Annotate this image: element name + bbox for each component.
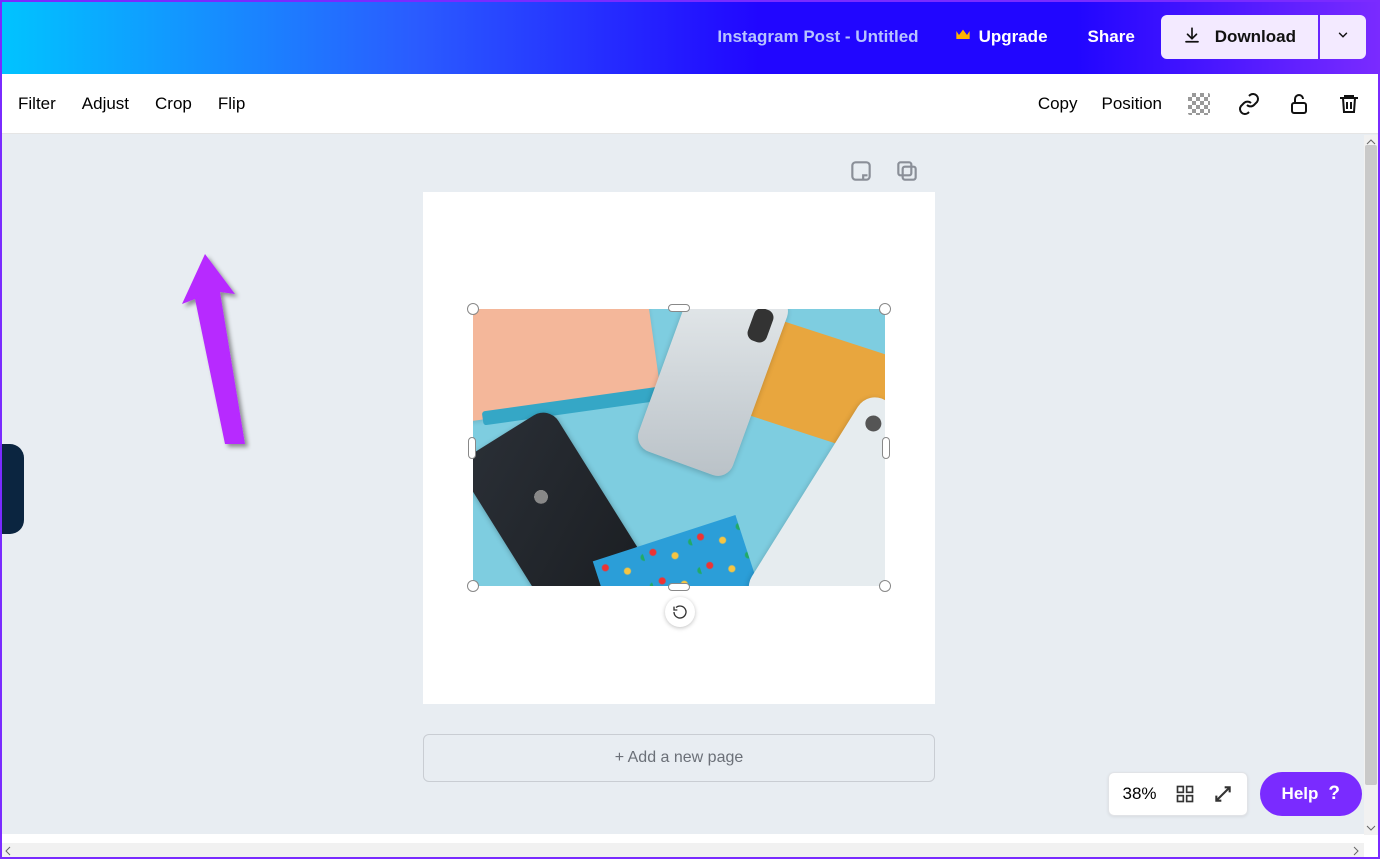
page-actions bbox=[848, 158, 920, 184]
rotate-icon bbox=[672, 604, 688, 620]
transparency-icon bbox=[1188, 93, 1210, 115]
crop-button[interactable]: Crop bbox=[155, 94, 192, 114]
download-group: Download bbox=[1161, 15, 1366, 59]
share-button[interactable]: Share bbox=[1088, 27, 1135, 47]
help-label: Help bbox=[1282, 784, 1319, 804]
crown-icon bbox=[955, 27, 971, 47]
resize-handle-br[interactable] bbox=[879, 580, 891, 592]
vertical-scrollbar[interactable] bbox=[1364, 135, 1378, 835]
resize-handle-bl[interactable] bbox=[467, 580, 479, 592]
download-icon bbox=[1183, 26, 1201, 49]
copy-icon bbox=[894, 158, 920, 184]
scroll-thumb[interactable] bbox=[1365, 145, 1377, 785]
image-content bbox=[473, 309, 885, 586]
adjust-button[interactable]: Adjust bbox=[82, 94, 129, 114]
unlock-icon bbox=[1287, 92, 1311, 116]
upgrade-button[interactable]: Upgrade bbox=[955, 27, 1048, 47]
copy-button[interactable]: Copy bbox=[1038, 94, 1078, 114]
position-button[interactable]: Position bbox=[1102, 94, 1162, 114]
transparency-button[interactable] bbox=[1186, 91, 1212, 117]
flip-button[interactable]: Flip bbox=[218, 94, 245, 114]
resize-handle-top[interactable] bbox=[668, 304, 690, 312]
zoom-value[interactable]: 38% bbox=[1123, 784, 1157, 804]
download-button[interactable]: Download bbox=[1161, 15, 1318, 59]
link-icon bbox=[1237, 92, 1261, 116]
chevron-down-icon bbox=[1336, 28, 1350, 47]
resize-handle-left[interactable] bbox=[468, 437, 476, 459]
download-label: Download bbox=[1215, 27, 1296, 47]
filter-button[interactable]: Filter bbox=[18, 94, 56, 114]
app-header: Instagram Post - Untitled Upgrade Share … bbox=[0, 0, 1380, 74]
grid-icon bbox=[1175, 784, 1195, 804]
fullscreen-button[interactable] bbox=[1213, 784, 1233, 804]
zoom-controls: 38% bbox=[1108, 772, 1248, 816]
add-page-button[interactable]: + Add a new page bbox=[423, 734, 935, 782]
link-button[interactable] bbox=[1236, 91, 1262, 117]
toolbar-right: Copy Position bbox=[1038, 91, 1362, 117]
duplicate-page-button[interactable] bbox=[894, 158, 920, 184]
download-more-button[interactable] bbox=[1320, 15, 1366, 59]
resize-handle-tr[interactable] bbox=[879, 303, 891, 315]
workspace: + Add a new page 38% Help ? bbox=[0, 134, 1380, 834]
scroll-down-icon bbox=[1366, 823, 1376, 833]
lock-button[interactable] bbox=[1286, 91, 1312, 117]
delete-button[interactable] bbox=[1336, 91, 1362, 117]
scroll-left-icon bbox=[3, 846, 13, 856]
resize-handle-right[interactable] bbox=[882, 437, 890, 459]
scroll-right-icon bbox=[1351, 846, 1361, 856]
resize-handle-bottom[interactable] bbox=[668, 583, 690, 591]
selected-image[interactable] bbox=[473, 309, 885, 586]
document-title[interactable]: Instagram Post - Untitled bbox=[717, 27, 918, 47]
add-notes-button[interactable] bbox=[848, 158, 874, 184]
rotate-handle[interactable] bbox=[665, 597, 695, 627]
question-icon: ? bbox=[1328, 783, 1340, 805]
annotation-arrow bbox=[170, 254, 260, 454]
resize-handle-tl[interactable] bbox=[467, 303, 479, 315]
upgrade-label: Upgrade bbox=[979, 27, 1048, 47]
context-toolbar: Filter Adjust Crop Flip Copy Position bbox=[0, 74, 1380, 134]
help-button[interactable]: Help ? bbox=[1260, 772, 1362, 816]
note-icon bbox=[848, 158, 874, 184]
trash-icon bbox=[1337, 92, 1361, 116]
bottom-controls: 38% Help ? bbox=[1108, 772, 1362, 816]
grid-view-button[interactable] bbox=[1175, 784, 1195, 804]
toolbar-left: Filter Adjust Crop Flip bbox=[18, 94, 245, 114]
add-page-label: + Add a new page bbox=[615, 749, 744, 767]
horizontal-scrollbar[interactable] bbox=[0, 843, 1364, 859]
side-panel-toggle[interactable] bbox=[0, 444, 24, 534]
expand-icon bbox=[1213, 784, 1233, 804]
